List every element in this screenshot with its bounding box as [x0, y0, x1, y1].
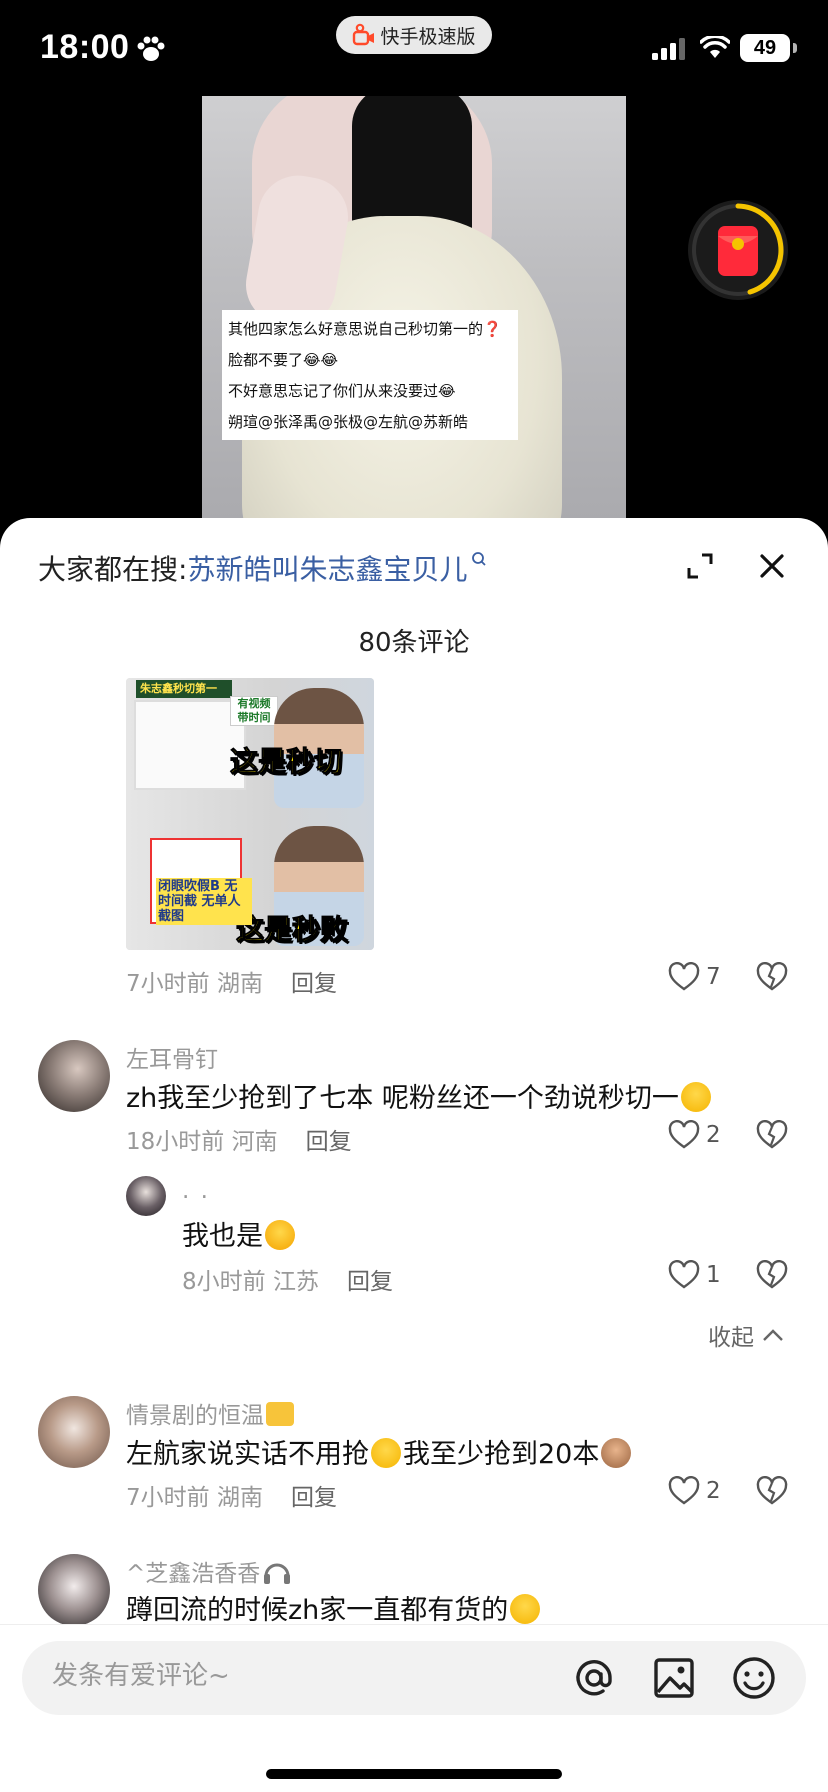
meme-top-note: 有视频 带时间 — [230, 696, 278, 726]
comment-text-body: zh我至少抢到了七本 呢粉丝还一个劲说秒切一 — [126, 1083, 679, 1114]
collapse-replies-button[interactable]: 收起 — [708, 1318, 784, 1352]
comment-time-location: 7小时前 湖南 — [126, 1485, 263, 1511]
home-indicator[interactable] — [266, 1769, 562, 1779]
at-mention-icon[interactable] — [570, 1654, 618, 1702]
like-count: 2 — [706, 1122, 721, 1148]
dislike-heart-icon[interactable] — [756, 1260, 788, 1290]
status-time: 18:00 — [40, 28, 130, 66]
heart-icon — [668, 1260, 700, 1289]
emoji-icon[interactable] — [730, 1654, 778, 1702]
search-prefix: 大家都在搜: — [38, 553, 188, 586]
comment-meta: 8小时前 江苏 回复 — [182, 1262, 393, 1296]
heart-icon — [668, 962, 700, 991]
like-count: 1 — [706, 1262, 721, 1288]
see-no-evil-monkey-emoji-icon — [601, 1438, 632, 1468]
comment-sheet: 大家都在搜:苏新皓叫朱志鑫宝贝儿 80条评论 朱志鑫秒切第一 有视频 带时间 这… — [0, 518, 828, 1792]
shocked-face-emoji-icon — [371, 1438, 401, 1468]
video-caption: 其他四家怎么好意思说自己秒切第一的❓ 脸都不要了😂😂 不好意思忘记了你们从来没要… — [222, 310, 518, 440]
app-pill-label: 快手极速版 — [380, 25, 476, 48]
comment-meta: 7小时前 湖南 回复 — [126, 964, 337, 998]
comment-text-body: 我也是 — [182, 1221, 263, 1252]
comment-username[interactable]: . . — [182, 1178, 210, 1204]
avatar[interactable] — [38, 1554, 110, 1626]
chevron-up-icon — [763, 1329, 783, 1341]
video-caption-line: 朔瑄@张泽禹@张极@左航@苏新皓 — [228, 413, 469, 431]
dislike-heart-icon[interactable] — [756, 1120, 788, 1150]
comment-meta: 18小时前 河南 回复 — [126, 1122, 352, 1156]
video-caption-line: 脸都不要了😂😂 — [228, 351, 339, 369]
comment-text-body: 我至少抢到20本 — [403, 1439, 600, 1470]
video-caption-line: 不好意思忘记了你们从来没要过😂 — [228, 382, 456, 400]
meme-top-panel: 朱志鑫秒切第一 有视频 带时间 这是秒切 — [126, 678, 374, 814]
avatar[interactable] — [126, 1176, 166, 1216]
avatar[interactable] — [38, 1396, 110, 1468]
comment-time-location: 18小时前 河南 — [126, 1129, 278, 1155]
comment-input[interactable] — [52, 1661, 452, 1691]
heart-icon — [668, 1120, 700, 1149]
meme-top-banner: 朱志鑫秒切第一 — [136, 680, 232, 698]
comment-text: 左航家说实话不用抢 我至少抢到20本 — [126, 1432, 632, 1471]
video-caption-line: 其他四家怎么好意思说自己秒切第一的❓ — [228, 320, 502, 338]
status-bar: 18:00 快手极速版 49 — [0, 0, 828, 96]
comment-text: zh我至少抢到了七本 呢粉丝还一个劲说秒切一 — [126, 1076, 711, 1115]
comment-meta: 7小时前 湖南 回复 — [126, 1478, 337, 1512]
comment-text: 我也是 — [182, 1214, 295, 1253]
signal-icon — [652, 38, 685, 60]
close-icon[interactable] — [758, 552, 786, 580]
red-envelope-icon — [692, 203, 784, 296]
like-count: 7 — [706, 964, 721, 990]
like-button[interactable]: 2 — [668, 1476, 721, 1506]
paw-icon — [137, 36, 165, 61]
comment-text: 蹲回流的时候zh家一直都有货的 — [126, 1588, 541, 1627]
comment-username-text: ^芝鑫浩香香 — [126, 1561, 261, 1587]
search-term-link[interactable]: 苏新皓叫朱志鑫宝贝儿 — [187, 553, 467, 586]
red-envelope-reward-button[interactable] — [688, 200, 788, 300]
image-icon[interactable] — [650, 1654, 698, 1702]
like-button[interactable]: 1 — [668, 1260, 721, 1290]
comment-time-location: 7小时前 湖南 — [126, 971, 263, 997]
reply-button[interactable]: 回复 — [306, 1129, 352, 1155]
dislike-heart-icon[interactable] — [756, 962, 788, 992]
crying-laughing-emoji-icon — [265, 1220, 295, 1250]
comment-username[interactable]: 左耳骨钉 — [126, 1040, 218, 1074]
hushed-face-emoji-icon — [510, 1594, 541, 1624]
comment-time-location: 8小时前 江苏 — [182, 1269, 319, 1295]
reply-button[interactable]: 回复 — [291, 1485, 337, 1511]
wifi-icon — [700, 36, 730, 58]
search-icon — [472, 552, 487, 566]
cheese-emoji-icon — [266, 1402, 294, 1426]
video-player[interactable]: 其他四家怎么好意思说自己秒切第一的❓ 脸都不要了😂😂 不好意思忘记了你们从来没要… — [0, 96, 828, 536]
dislike-heart-icon[interactable] — [756, 1476, 788, 1506]
app-pill[interactable]: 快手极速版 — [336, 16, 492, 54]
comment-input-box[interactable] — [22, 1641, 806, 1715]
headphones-emoji-icon — [264, 1563, 291, 1584]
comment-username[interactable]: 情景剧的恒温 — [126, 1396, 294, 1430]
kuaishou-logo-icon — [353, 23, 375, 46]
like-button[interactable]: 2 — [668, 1120, 721, 1150]
trending-search[interactable]: 大家都在搜:苏新皓叫朱志鑫宝贝儿 — [38, 548, 487, 588]
comment-username[interactable]: ^芝鑫浩香香 — [126, 1554, 292, 1588]
comment-composer — [0, 1624, 828, 1792]
meme-bottom-caption: 这是秒败 — [235, 913, 349, 947]
comment-text-body: 左航家说实话不用抢 — [126, 1439, 369, 1470]
heart-icon — [668, 1476, 700, 1505]
battery-level: 49 — [753, 36, 777, 59]
battery-indicator: 49 — [740, 34, 797, 62]
meme-top-caption: 这是秒切 — [229, 745, 343, 779]
like-count: 2 — [706, 1478, 721, 1504]
meme-bottom-box: 闭眼吹假B 无时间截 无单人截图 — [156, 878, 252, 925]
reply-button[interactable]: 回复 — [291, 971, 337, 997]
video-frame[interactable]: 其他四家怎么好意思说自己秒切第一的❓ 脸都不要了😂😂 不好意思忘记了你们从来没要… — [202, 96, 626, 536]
expand-icon[interactable] — [686, 552, 714, 580]
comment-image[interactable]: 朱志鑫秒切第一 有视频 带时间 这是秒切 这是秒败 闭眼吹假B 无时间截 无单人… — [126, 678, 374, 950]
comment-username-text: 情景剧的恒温 — [126, 1403, 264, 1429]
comment-text-body: 蹲回流的时候zh家一直都有货的 — [126, 1595, 509, 1626]
collapse-label: 收起 — [708, 1325, 754, 1351]
comment-count: 80条评论 — [358, 628, 470, 658]
laughing-emoji-icon — [680, 1082, 711, 1112]
reply-button[interactable]: 回复 — [347, 1269, 393, 1295]
avatar[interactable] — [38, 1040, 110, 1112]
like-button[interactable]: 7 — [668, 962, 721, 992]
